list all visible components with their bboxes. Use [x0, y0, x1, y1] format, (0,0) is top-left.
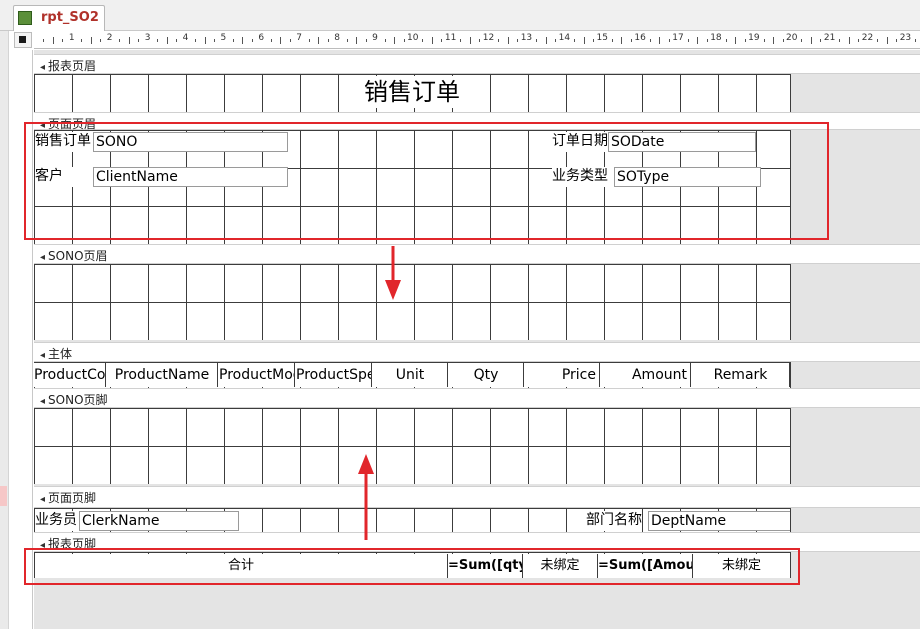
annotation-arrows: [358, 246, 401, 540]
annotation-arrow-down: [385, 246, 401, 300]
annotation-arrow-up: [358, 454, 374, 540]
